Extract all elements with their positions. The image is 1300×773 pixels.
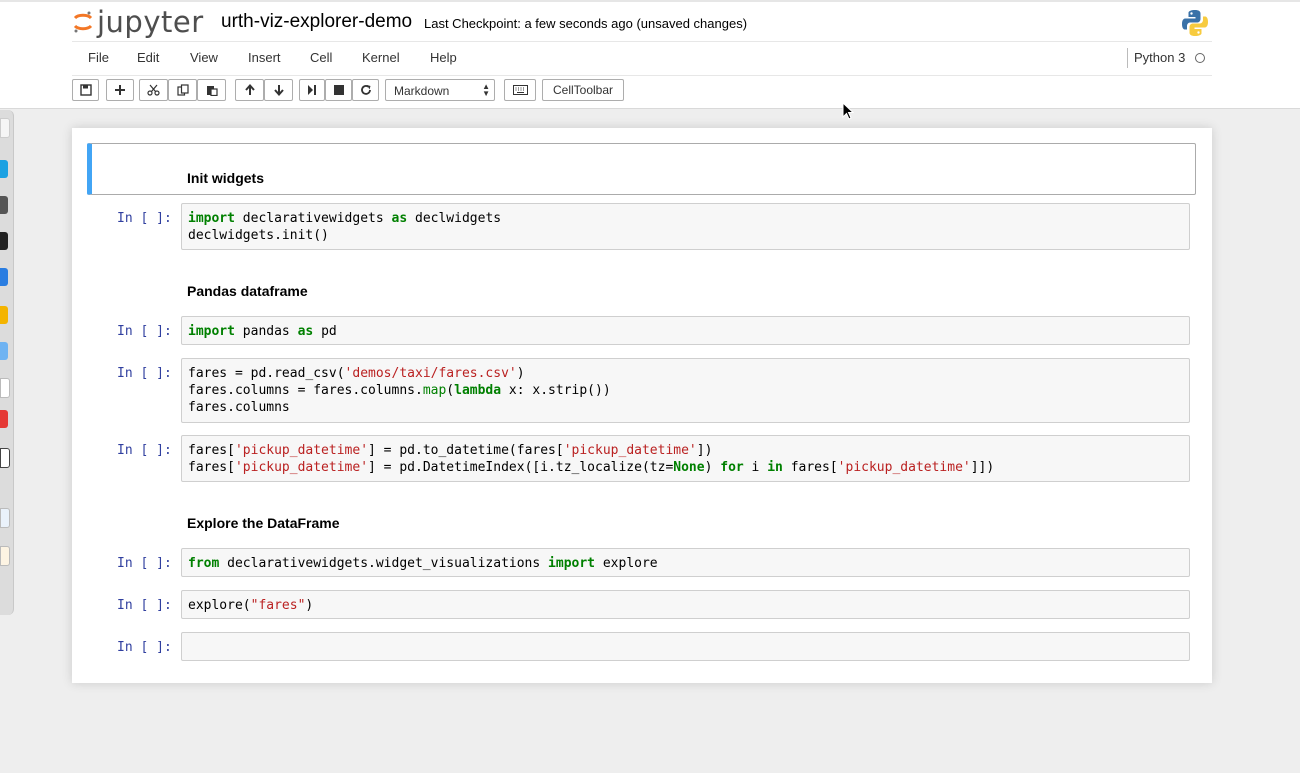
insert-cell-button[interactable]: [106, 79, 134, 101]
dock-app-icon: [0, 306, 8, 324]
code-line: fares['pickup_datetime'] = pd.DatetimeIn…: [188, 460, 995, 475]
move-up-button[interactable]: [235, 79, 264, 101]
code-cell-input[interactable]: fares = pd.read_csv('demos/taxi/fares.cs…: [181, 358, 1190, 423]
input-prompt: In [ ]:: [117, 211, 172, 226]
markdown-heading-init-widgets: Init widgets: [187, 170, 264, 186]
kernel-idle-indicator-icon: [1195, 53, 1205, 63]
dock-app-icon: [0, 232, 8, 250]
notebook-header: jupyter urth-viz-explorer-demo Last Chec…: [0, 0, 1300, 109]
dock-app-icon: [0, 342, 8, 360]
input-prompt: In [ ]:: [117, 324, 172, 339]
run-icon: [308, 85, 316, 95]
save-button[interactable]: [72, 79, 99, 101]
code-line: from declarativewidgets.widget_visualiza…: [188, 556, 658, 571]
top-border: [0, 0, 1300, 2]
menu-view[interactable]: View: [190, 50, 218, 65]
interrupt-kernel-button[interactable]: [325, 79, 352, 101]
input-prompt: In [ ]:: [117, 366, 172, 381]
dock-app-icon: [0, 196, 8, 214]
menu-cell[interactable]: Cell: [310, 50, 332, 65]
code-line: fares.columns: [188, 400, 290, 415]
python-logo-icon: [1182, 10, 1208, 36]
empty-code-cell-input[interactable]: [181, 632, 1190, 661]
menu-file[interactable]: File: [88, 50, 109, 65]
markdown-heading-pandas: Pandas dataframe: [187, 283, 308, 299]
code-cell-input[interactable]: fares['pickup_datetime'] = pd.to_datetim…: [181, 435, 1190, 482]
jupyter-logo[interactable]: jupyter: [72, 5, 204, 39]
dock-finder-icon: [0, 118, 10, 138]
code-cell-input[interactable]: import pandas as pd: [181, 316, 1190, 345]
code-line: fares = pd.read_csv('demos/taxi/fares.cs…: [188, 366, 525, 381]
save-icon: [79, 84, 92, 96]
input-prompt: In [ ]:: [117, 443, 172, 458]
code-cell-input[interactable]: from declarativewidgets.widget_visualiza…: [181, 548, 1190, 577]
paste-button[interactable]: [197, 79, 226, 101]
logo-text: jupyter: [97, 5, 204, 39]
paste-icon: [206, 86, 218, 96]
dock-app-icon: [0, 546, 10, 566]
menu-edit[interactable]: Edit: [137, 50, 159, 65]
dock-app-icon: [0, 268, 8, 286]
input-prompt: In [ ]:: [117, 598, 172, 613]
kernel-separator: [1127, 48, 1128, 68]
dock-app-icon: [0, 160, 8, 178]
code-cell-input[interactable]: explore("fares"): [181, 590, 1190, 619]
macos-dock-strip: [0, 110, 14, 615]
cell-type-select[interactable]: Markdown ▲ ▼: [385, 79, 495, 101]
command-palette-button[interactable]: [504, 79, 536, 101]
cell-type-value: Markdown: [394, 84, 450, 98]
restart-icon: [360, 85, 371, 95]
arrow-down-icon: [273, 85, 284, 96]
code-line: fares['pickup_datetime'] = pd.to_datetim…: [188, 443, 713, 458]
menubar: File Edit View Insert Cell Kernel Help P…: [72, 41, 1212, 76]
jupyter-orbit-icon: [73, 11, 93, 33]
dock-app-icon: [0, 378, 10, 398]
select-arrows-icon: ▲ ▼: [482, 82, 490, 98]
celltoolbar-button[interactable]: CellToolbar: [542, 79, 624, 101]
menu-help[interactable]: Help: [430, 50, 457, 65]
notebook-title[interactable]: urth-viz-explorer-demo: [221, 11, 412, 33]
code-line: declwidgets.init(): [188, 228, 329, 243]
cut-icon: [147, 84, 160, 96]
input-prompt: In [ ]:: [117, 640, 172, 655]
checkpoint-status: Last Checkpoint: a few seconds ago (unsa…: [424, 16, 748, 31]
code-line: explore("fares"): [188, 598, 314, 613]
kernel-name: Python 3: [1134, 50, 1186, 65]
code-line: import declarativewidgets as declwidgets: [188, 211, 502, 226]
code-cell-input[interactable]: import declarativewidgets as declwidgets…: [181, 203, 1190, 250]
mouse-pointer-icon: [842, 102, 855, 120]
cut-button[interactable]: [139, 79, 168, 101]
dock-app-icon: [0, 508, 10, 528]
code-line: fares.columns = fares.columns.map(lambda…: [188, 383, 611, 398]
notebook-container: Init widgets In [ ]: import declarativew…: [72, 128, 1212, 683]
dock-app-icon: [0, 410, 8, 428]
selected-markdown-cell[interactable]: [87, 143, 1196, 195]
move-down-button[interactable]: [264, 79, 293, 101]
run-cell-button[interactable]: [299, 79, 325, 101]
menu-kernel[interactable]: Kernel: [362, 50, 400, 65]
stop-icon: [333, 85, 344, 95]
code-line: import pandas as pd: [188, 324, 337, 339]
arrow-up-icon: [244, 84, 255, 95]
keyboard-icon: [512, 85, 528, 95]
markdown-heading-explore: Explore the DataFrame: [187, 515, 340, 531]
copy-icon: [176, 84, 189, 96]
copy-button[interactable]: [168, 79, 197, 101]
menu-insert[interactable]: Insert: [248, 50, 281, 65]
restart-kernel-button[interactable]: [352, 79, 379, 101]
input-prompt: In [ ]:: [117, 556, 172, 571]
dock-app-icon: [0, 448, 10, 468]
plus-icon: [115, 85, 125, 95]
